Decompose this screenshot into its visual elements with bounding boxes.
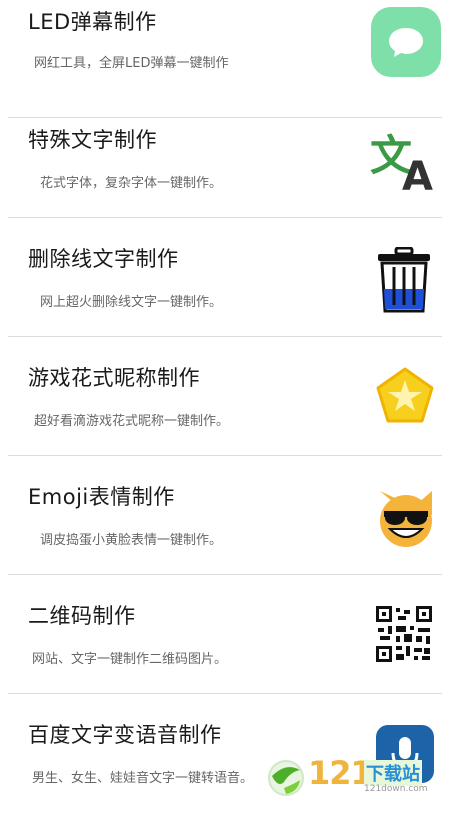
item-title: Emoji表情制作 (28, 485, 175, 509)
globe-logo-icon (268, 760, 304, 796)
item-title: 二维码制作 (28, 604, 136, 628)
list-item-emoji[interactable]: Emoji表情制作 调皮捣蛋小黄脸表情一键制作。 (8, 457, 442, 575)
item-title: 游戏花式昵称制作 (28, 366, 200, 390)
list-item-qr-code[interactable]: 二维码制作 网站、文字一键制作二维码图片。 (8, 576, 442, 694)
item-subtitle: 调皮捣蛋小黄脸表情一键制作。 (40, 533, 223, 548)
watermark-url: 121down.com (364, 784, 428, 794)
item-title: LED弹幕制作 (28, 10, 157, 34)
item-title: 百度文字变语音制作 (28, 723, 222, 747)
translate-icon: 文 A (370, 131, 433, 192)
item-subtitle: 网上超火删除线文字一键制作。 (40, 295, 223, 310)
item-title: 删除线文字制作 (28, 247, 179, 271)
qr-code-icon (376, 606, 432, 662)
list-item-special-text[interactable]: 特殊文字制作 花式字体，复杂字体一键制作。 文 A (8, 100, 442, 218)
item-subtitle: 男生、女生、娃娃音文字一键转语音。 (32, 771, 254, 786)
svg-text:A: A (402, 154, 433, 192)
item-subtitle: 网站、文字一键制作二维码图片。 (32, 652, 228, 667)
list-item-strikethrough-text[interactable]: 删除线文字制作 网上超火删除线文字一键制作。 (8, 219, 442, 337)
item-subtitle: 花式字体，复杂字体一键制作。 (40, 176, 223, 191)
watermark-text: 下载站 (364, 760, 422, 786)
chat-bubble-icon (371, 7, 441, 77)
item-title: 特殊文字制作 (28, 128, 157, 152)
item-subtitle: 网红工具，全屏LED弹幕一键制作 (34, 56, 229, 71)
cool-cat-emoji-icon (380, 491, 432, 547)
star-badge-icon (376, 367, 434, 423)
watermark-number: 121 (308, 754, 373, 792)
site-watermark: 121 下载站 121down.com (266, 754, 450, 800)
list-item-game-nickname[interactable]: 游戏花式昵称制作 超好看滴游戏花式昵称一键制作。 (8, 338, 442, 456)
item-subtitle: 超好看滴游戏花式昵称一键制作。 (34, 414, 230, 429)
trash-can-icon (378, 247, 430, 313)
